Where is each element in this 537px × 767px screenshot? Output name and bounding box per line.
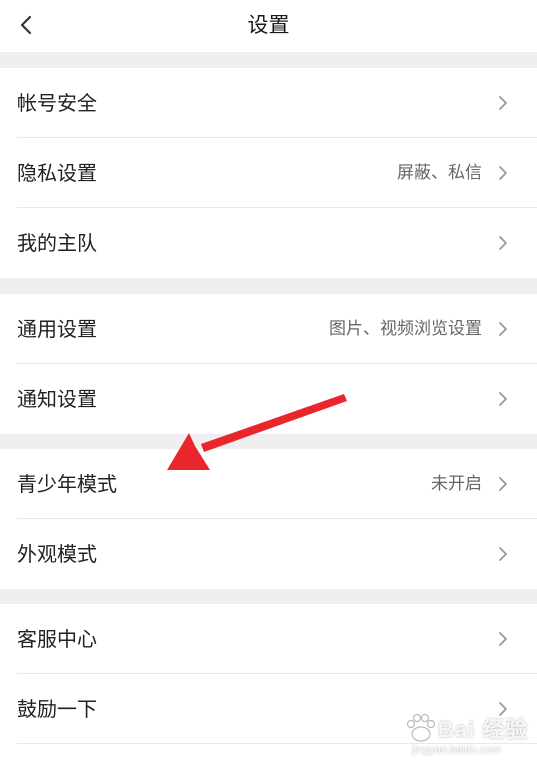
chevron-right-icon [499, 477, 507, 491]
settings-row-privacy[interactable]: 隐私设置 屏蔽、私信 [0, 138, 537, 208]
row-label: 我的主队 [17, 231, 97, 255]
settings-row-appearance[interactable]: 外观模式 [0, 519, 537, 589]
settings-page: 设置 帐号安全 隐私设置 屏蔽、私信 我的主队 通用设置 图片、视频浏览设置 通… [0, 0, 537, 767]
row-label: 通用设置 [17, 317, 97, 341]
settings-row-notifications[interactable]: 通知设置 [0, 364, 537, 434]
section-divider [0, 433, 537, 449]
settings-row-customer-service[interactable]: 客服中心 [0, 604, 537, 674]
settings-row-my-team[interactable]: 我的主队 [0, 208, 537, 278]
row-label: 青少年模式 [17, 472, 117, 496]
watermark-text: Bai 经验 [438, 717, 529, 742]
row-value: 屏蔽、私信 [397, 163, 482, 183]
chevron-right-icon [499, 236, 507, 250]
chevron-right-icon [499, 96, 507, 110]
paw-icon [407, 714, 435, 742]
settings-row-teen-mode[interactable]: 青少年模式 未开启 [0, 449, 537, 519]
row-label: 鼓励一下 [17, 697, 97, 721]
row-label: 外观模式 [17, 542, 97, 566]
row-value: 图片、视频浏览设置 [329, 319, 482, 339]
section-divider [0, 278, 537, 294]
chevron-right-icon [499, 547, 507, 561]
page-title: 设置 [247, 13, 290, 37]
section-divider [0, 52, 537, 68]
row-label: 帐号安全 [17, 91, 97, 115]
watermark-logo: Bai 经验 jingyan.baidu.com [404, 703, 532, 763]
settings-row-general[interactable]: 通用设置 图片、视频浏览设置 [0, 294, 537, 364]
row-label: 客服中心 [17, 627, 97, 651]
settings-row-account-security[interactable]: 帐号安全 [0, 68, 537, 138]
row-value: 未开启 [431, 474, 482, 494]
chevron-right-icon [499, 392, 507, 406]
watermark-url: jingyan.baidu.com [412, 744, 501, 756]
chevron-right-icon [499, 322, 507, 336]
nav-bar: 设置 [0, 0, 537, 52]
section-divider [0, 588, 537, 604]
chevron-right-icon [499, 166, 507, 180]
row-label: 通知设置 [17, 387, 97, 411]
chevron-right-icon [499, 632, 507, 646]
row-label: 隐私设置 [17, 161, 97, 185]
